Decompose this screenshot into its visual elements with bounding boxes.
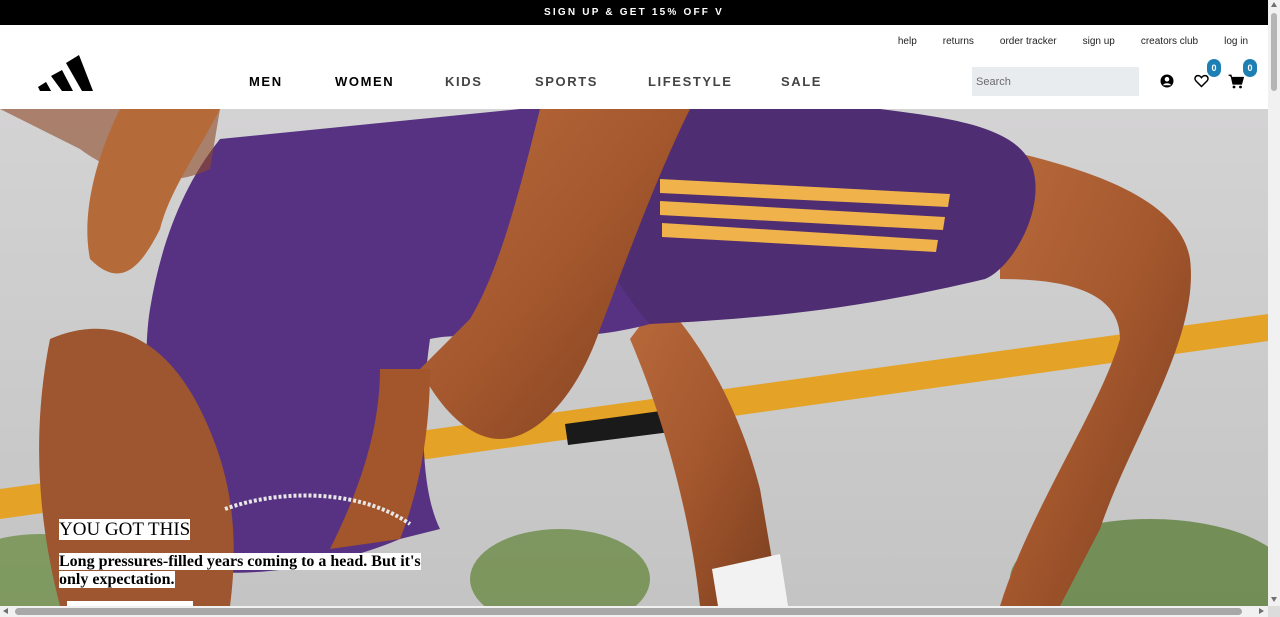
cart-button[interactable] (1228, 73, 1244, 89)
creators-club-link[interactable]: creators club (1141, 36, 1198, 47)
horizontal-scroll-thumb[interactable] (15, 608, 1242, 615)
nav-lifestyle[interactable]: LIFESTYLE (648, 74, 781, 89)
horizontal-scrollbar[interactable] (0, 606, 1268, 617)
promo-text[interactable]: SIGN UP & GET 15% OFF V (544, 7, 724, 18)
vertical-scroll-thumb[interactable] (1271, 13, 1277, 91)
adidas-logo[interactable] (37, 52, 94, 92)
scroll-right-arrow-icon[interactable] (1259, 608, 1264, 614)
site-header: help returns order tracker sign up creat… (0, 25, 1268, 109)
wishlist-count-badge: 0 (1207, 59, 1221, 77)
cart-count-badge: 0 (1243, 59, 1257, 77)
account-icon (1160, 74, 1174, 88)
help-link[interactable]: help (898, 36, 917, 47)
nav-sale[interactable]: SALE (781, 74, 822, 89)
scroll-up-arrow-icon[interactable] (1271, 2, 1277, 7)
wishlist-button[interactable] (1193, 73, 1209, 89)
hero-banner[interactable]: YOU GOT THIS Long pressures-filled years… (0, 109, 1268, 606)
nav-men[interactable]: MEN (249, 74, 335, 89)
scroll-down-arrow-icon[interactable] (1271, 597, 1277, 602)
nav-sports[interactable]: SPORTS (535, 74, 648, 89)
vertical-scrollbar[interactable] (1268, 0, 1280, 606)
hero-subtitle-block: Long pressures-filled years coming to a … (59, 553, 444, 589)
scrollbar-corner (1268, 606, 1280, 617)
nav-women[interactable]: WOMEN (335, 74, 445, 89)
search-input[interactable] (972, 67, 1139, 96)
utility-nav: help returns order tracker sign up creat… (872, 36, 1248, 47)
log-in-link[interactable]: log in (1224, 36, 1248, 47)
main-nav: MEN WOMEN KIDS SPORTS LIFESTYLE SALE (249, 74, 822, 89)
hero-title: YOU GOT THIS (59, 519, 191, 540)
order-tracker-link[interactable]: order tracker (1000, 36, 1057, 47)
heart-icon (1193, 74, 1209, 88)
hero-copy: YOU GOT THIS Long pressures-filled years… (59, 519, 459, 589)
sign-up-link[interactable]: sign up (1083, 36, 1115, 47)
nav-kids[interactable]: KIDS (445, 74, 535, 89)
cart-icon (1228, 74, 1244, 88)
promo-banner[interactable]: SIGN UP & GET 15% OFF V (0, 0, 1268, 25)
scroll-left-arrow-icon[interactable] (3, 608, 8, 614)
account-button[interactable] (1159, 73, 1175, 89)
hero-subtitle: Long pressures-filled years coming to a … (59, 553, 421, 588)
returns-link[interactable]: returns (943, 36, 974, 47)
